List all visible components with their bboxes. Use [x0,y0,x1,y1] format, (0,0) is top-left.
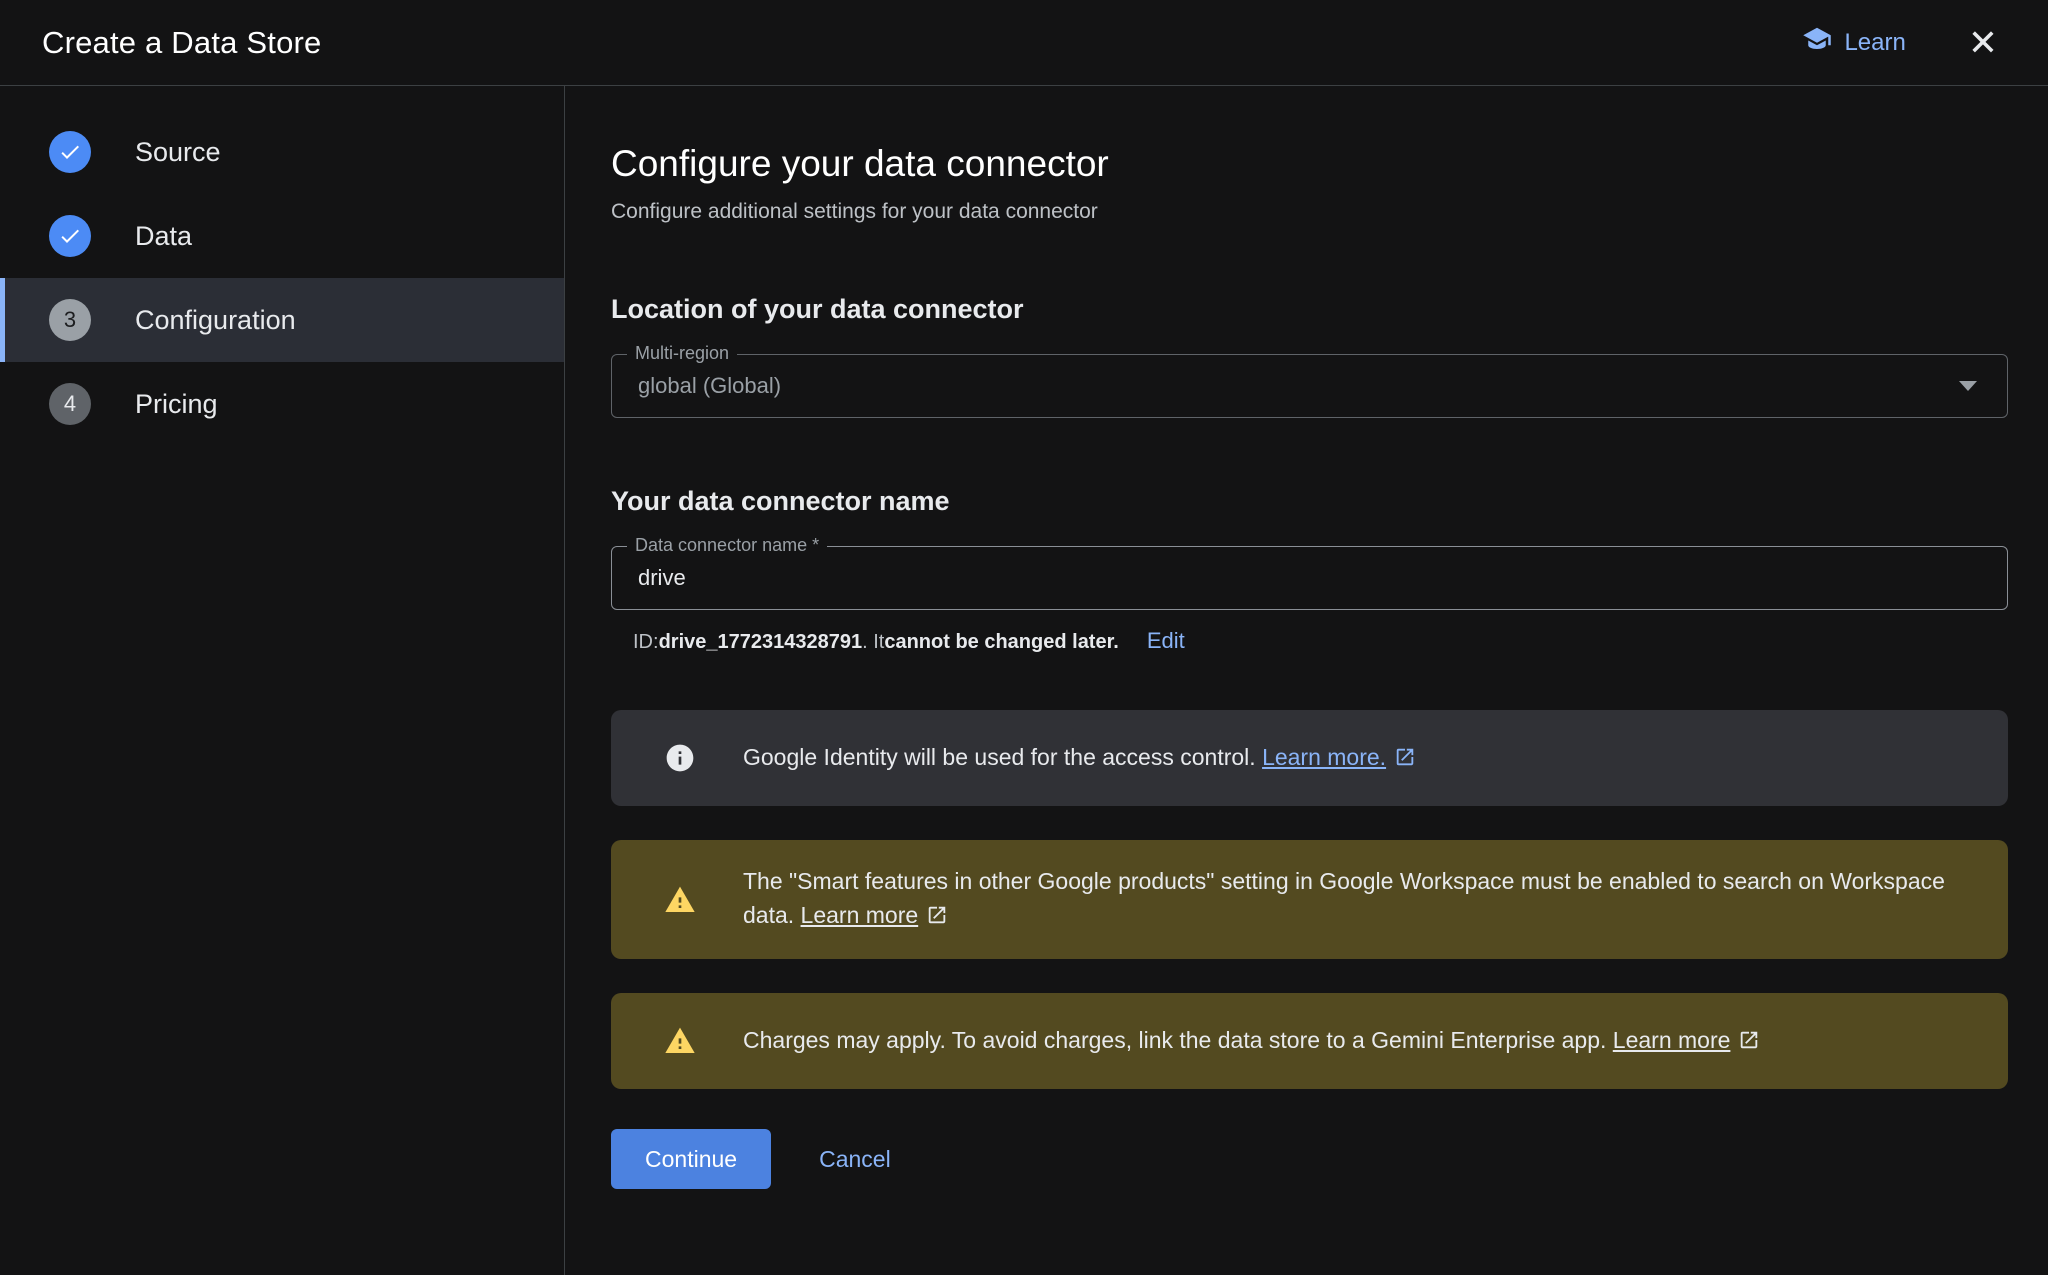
page-subtitle: Configure additional settings for your d… [611,198,2008,226]
helper-prefix: ID: [633,631,659,654]
close-icon[interactable]: ✕ [1962,21,2004,65]
charges-warning-banner: Charges may apply. To avoid charges, lin… [611,993,2008,1089]
helper-mid: . It [862,631,884,654]
step-data[interactable]: Data [0,194,564,278]
warning-triangle-icon [663,1024,697,1058]
step-configuration-number: 3 [49,299,91,341]
multi-region-value: global (Global) [638,373,1959,399]
warning-triangle-icon [663,883,697,917]
step-source[interactable]: Source [0,110,564,194]
identity-learn-more-link[interactable]: Learn more. [1262,744,1386,770]
configuration-panel: Configure your data connector Configure … [565,86,2048,1275]
stepper-sidebar: Source Data 3 Configuration 4 Pricing [0,86,565,1275]
multi-region-field-label: Multi-region [627,343,737,363]
connector-name-field-label: Data connector name * [627,535,827,555]
name-section-heading: Your data connector name [611,486,2008,516]
charges-learn-more-link[interactable]: Learn more [1613,1027,1731,1053]
learn-link[interactable]: Learn [1802,24,1905,61]
charges-warning-text: Charges may apply. To avoid charges, lin… [743,1023,1760,1060]
multi-region-select[interactable]: global (Global) [611,354,2008,418]
create-data-store-dialog: Create a Data Store Learn ✕ Source [0,0,2048,1275]
smart-features-warning-text: The "Smart features in other Google prod… [743,864,1960,935]
connector-id-helper: ID: drive_1772314328791 . It cannot be c… [611,628,2008,654]
connector-name-field-wrap: Data connector name * [611,546,2008,610]
dialog-actions: Continue Cancel [611,1129,2008,1189]
connector-name-input[interactable] [638,547,1981,609]
connector-id-value: drive_1772314328791 [659,631,863,654]
learn-link-label: Learn [1844,29,1905,57]
step-data-check-icon [49,215,91,257]
smart-features-warning-banner: The "Smart features in other Google prod… [611,840,2008,959]
continue-button[interactable]: Continue [611,1129,771,1189]
step-pricing-number: 4 [49,383,91,425]
dialog-header: Create a Data Store Learn ✕ [0,0,2048,86]
location-section-heading: Location of your data connector [611,294,2008,324]
identity-info-text: Google Identity will be used for the acc… [743,740,1416,777]
page-title: Configure your data connector [611,142,2008,186]
step-configuration-label: Configuration [135,305,296,336]
cancel-button[interactable]: Cancel [819,1146,891,1173]
step-configuration[interactable]: 3 Configuration [0,278,564,362]
external-link-icon[interactable] [1738,1026,1760,1060]
step-pricing[interactable]: 4 Pricing [0,362,564,446]
smart-features-learn-more-link[interactable]: Learn more [801,902,919,928]
step-pricing-label: Pricing [135,389,218,420]
chevron-down-icon[interactable] [1959,381,1977,391]
connector-name-field-box [611,546,2008,610]
step-data-label: Data [135,221,192,252]
graduation-cap-icon [1802,24,1832,61]
helper-bold: cannot be changed later. [884,631,1119,654]
multi-region-field-wrap: Multi-region global (Global) [611,354,2008,418]
identity-info-banner: Google Identity will be used for the acc… [611,710,2008,806]
step-source-label: Source [135,137,221,168]
external-link-icon[interactable] [926,901,948,935]
step-source-check-icon [49,131,91,173]
header-actions: Learn ✕ [1802,21,2004,65]
dialog-body: Source Data 3 Configuration 4 Pricing Co… [0,86,2048,1275]
edit-id-link[interactable]: Edit [1147,628,1185,654]
info-circle-icon [663,741,697,775]
dialog-title: Create a Data Store [42,25,322,61]
external-link-icon[interactable] [1394,743,1416,777]
